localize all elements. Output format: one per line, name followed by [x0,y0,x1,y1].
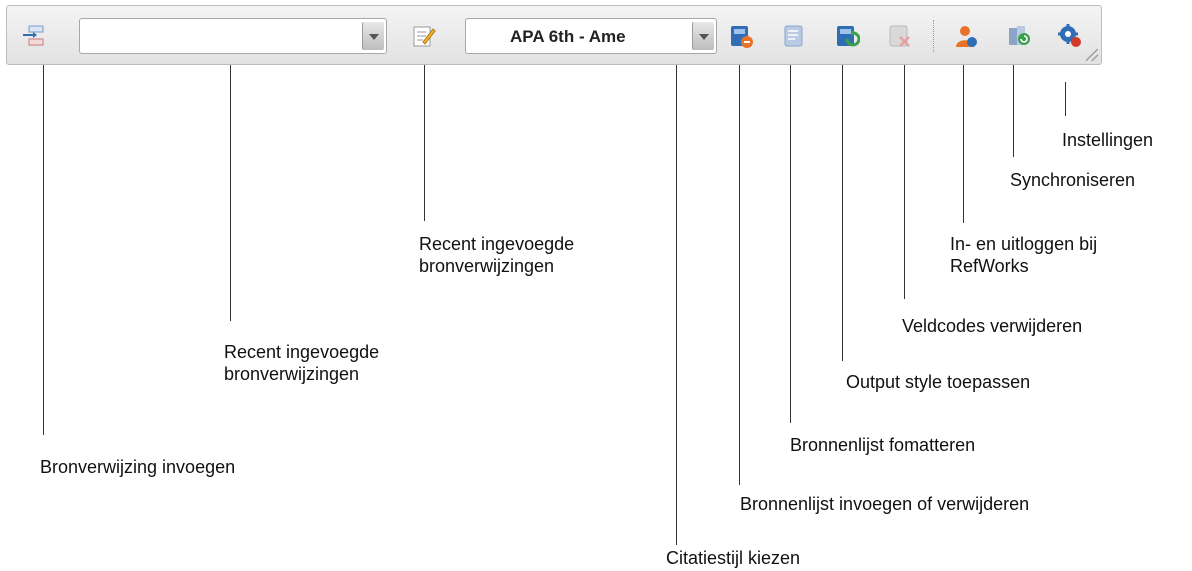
leader-sync [1013,65,1014,157]
citation-style-combo[interactable]: APA 6th - Ame [465,18,717,54]
edit-citation-icon[interactable] [411,23,437,49]
insert-bibliography-icon[interactable] [728,23,754,49]
apply-output-style-icon[interactable] [834,23,860,49]
refworks-toolbar: APA 6th - Ame [6,5,1102,65]
leader-insert-bibliography [739,65,740,485]
label-remove-codes: Veldcodes verwijderen [902,316,1083,336]
sync-icon[interactable] [1006,23,1032,49]
toolbar-separator [933,20,934,52]
leader-insert-citation [43,65,44,435]
leader-recent-dropdown [230,65,231,321]
leader-login [963,65,964,223]
label-insert-bibliography: Bronnenlijst invoegen of verwijderen [740,494,1030,514]
chevron-down-icon[interactable] [362,22,384,50]
leader-settings [1065,82,1066,116]
leader-apply-style [842,65,843,361]
leader-recent-edit [424,65,425,221]
label-recent-dropdown-2: bronverwijzingen [224,364,360,384]
format-bibliography-icon[interactable] [781,23,807,49]
settings-icon[interactable] [1057,23,1083,49]
remove-field-codes-icon[interactable] [887,23,913,49]
login-refworks-icon[interactable] [953,23,979,49]
label-sync: Synchroniseren [1010,170,1136,190]
label-login-1: In- en uitloggen bij [950,234,1098,254]
label-recent-edit-1: Recent ingevoegde [419,234,575,254]
label-settings: Instellingen [1062,130,1154,150]
label-citation-style: Citatiestijl kiezen [666,548,801,568]
label-recent-dropdown-1: Recent ingevoegde [224,342,380,362]
citation-style-value: APA 6th - Ame [510,27,626,46]
leader-format-bibliography [790,65,791,423]
leader-citation-style [676,65,677,545]
label-apply-style: Output style toepassen [846,372,1031,392]
label-login-2: RefWorks [950,256,1029,276]
insert-citation-icon[interactable] [21,23,47,49]
label-insert-citation: Bronverwijzing invoegen [40,457,236,477]
label-recent-edit-2: bronverwijzingen [419,256,555,276]
leader-remove-codes [904,65,905,299]
label-format-bibliography: Bronnenlijst fomatteren [790,435,976,455]
chevron-down-icon[interactable] [692,22,714,50]
resize-grip[interactable] [1086,49,1098,61]
recent-citations-combo[interactable] [79,18,387,54]
